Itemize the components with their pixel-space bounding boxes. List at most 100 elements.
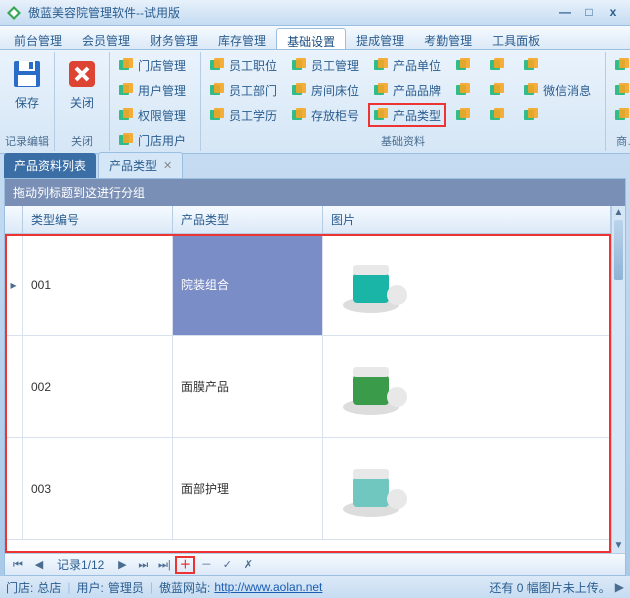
ribbon-btn-4-0-2[interactable] [610,104,630,126]
ribbon-btn-2-0-3[interactable]: 门店用户 [114,129,190,151]
record-label: 记录1/12 [51,556,110,573]
close-icon [66,58,98,90]
ribbon-icon [373,82,389,98]
cell-type[interactable]: 面膜产品 [173,336,323,437]
scroll-up-icon[interactable]: ▲ [612,206,625,220]
cell-id[interactable]: 003 [23,438,173,539]
menu-6[interactable]: 考勤管理 [414,28,482,49]
group-hint: 拖动列标题到这进行分组 [5,179,625,206]
ribbon-btn-2-0-2[interactable]: 权限管理 [114,104,190,126]
ribbon-btn-3-3-0[interactable] [451,54,479,76]
nav-btn-3[interactable]: ▶ [113,557,131,573]
ribbon-icon [209,107,225,123]
ribbon-btn-4-0-0[interactable] [610,54,630,76]
tab-close-icon[interactable]: ✕ [163,159,172,172]
ribbon-btn-3-2-2[interactable]: 产品类型 [369,104,445,126]
menu-3[interactable]: 库存管理 [208,28,276,49]
record-navigator: ⏮◀记录1/12▶⏭⏭|＋－✓✗ [5,553,625,575]
cell-id[interactable]: 001 [23,234,173,335]
menu-1[interactable]: 会员管理 [72,28,140,49]
upload-status: 还有 0 幅图片未上传。 [489,579,610,596]
ribbon-btn-3-5-2[interactable] [519,104,595,126]
col-header-type[interactable]: 产品类型 [173,206,323,233]
ribbon-btn-3-0-2[interactable]: 员工学历 [205,104,281,126]
cell-id[interactable]: 002 [23,336,173,437]
data-grid: 类型编号 产品类型 图片 ▸001院装组合002面膜产品003面部护理 ▲ ▼ [5,206,625,553]
tab-1[interactable]: 产品类型✕ [98,152,183,178]
table-row[interactable]: 002面膜产品 [5,336,611,438]
ribbon-icon [118,132,134,148]
menu-5[interactable]: 提成管理 [346,28,414,49]
ribbon-btn-3-3-2[interactable] [451,104,479,126]
ribbon-btn-3-4-2[interactable] [485,104,513,126]
next-icon[interactable]: ▶ [615,580,624,594]
scroll-thumb[interactable] [614,220,623,280]
col-header-id[interactable]: 类型编号 [23,206,173,233]
ribbon-btn-3-5-1[interactable]: 微信消息 [519,79,595,101]
cell-image[interactable] [323,438,611,539]
ribbon-icon [614,107,630,123]
ribbon-btn-3-1-2[interactable]: 存放柜号 [287,104,363,126]
ribbon-btn-3-4-1[interactable] [485,79,513,101]
nav-btn-7[interactable]: － [197,557,215,573]
ribbon-btn-3-1-0[interactable]: 员工管理 [287,54,363,76]
vertical-scrollbar[interactable]: ▲ ▼ [611,206,625,553]
nav-btn-6[interactable]: ＋ [176,557,194,573]
tab-0[interactable]: 产品资料列表 [4,153,96,178]
close-button[interactable]: 关闭 [59,54,105,115]
save-icon [11,58,43,90]
nav-btn-4[interactable]: ⏭ [134,557,152,573]
col-header-image[interactable]: 图片 [323,206,611,233]
ribbon-btn-4-0-1[interactable] [610,79,630,101]
ribbon-icon [118,57,134,73]
ribbon-icon [523,107,539,123]
table-row[interactable]: ▸001院装组合 [5,234,611,336]
menu-2[interactable]: 财务管理 [140,28,208,49]
menu-7[interactable]: 工具面板 [482,28,550,49]
close-window-button[interactable]: x [602,5,624,21]
nav-btn-8[interactable]: ✓ [218,557,236,573]
ribbon-btn-3-1-1[interactable]: 房间床位 [287,79,363,101]
scroll-down-icon[interactable]: ▼ [612,539,625,553]
ribbon-btn-3-0-0[interactable]: 员工职位 [205,54,281,76]
row-indicator: ▸ [5,234,23,335]
store-value: 总店 [37,579,61,596]
row-indicator [5,438,23,539]
app-icon [6,5,22,21]
ribbon-btn-3-4-0[interactable] [485,54,513,76]
nav-btn-9[interactable]: ✗ [239,557,257,573]
nav-btn-5[interactable]: ⏭| [155,557,173,573]
table-row[interactable]: 003面部护理 [5,438,611,540]
user-value: 管理员 [108,579,144,596]
ribbon-icon [373,107,389,123]
ribbon-icon [291,107,307,123]
ribbon-btn-3-2-1[interactable]: 产品品牌 [369,79,445,101]
ribbon-btn-3-0-1[interactable]: 员工部门 [205,79,281,101]
nav-btn-0[interactable]: ⏮ [9,557,27,573]
menu-4[interactable]: 基础设置 [276,28,346,49]
minimize-button[interactable]: — [554,5,576,21]
ribbon-btn-3-5-0[interactable] [519,54,595,76]
ribbon-btn-2-0-0[interactable]: 门店管理 [114,54,190,76]
store-label: 门店: [6,579,33,596]
site-link[interactable]: http://www.aolan.net [214,580,322,594]
row-indicator [5,336,23,437]
indicator-header [5,206,23,233]
ribbon-icon [209,57,225,73]
menu-0[interactable]: 前台管理 [4,28,72,49]
nav-btn-1[interactable]: ◀ [30,557,48,573]
ribbon-icon [614,57,630,73]
ribbon-btn-3-2-0[interactable]: 产品单位 [369,54,445,76]
ribbon-btn-3-3-1[interactable] [451,79,479,101]
window-title: 傲蓝美容院管理软件--试用版 [28,4,552,21]
cell-image[interactable] [323,336,611,437]
menubar: 前台管理会员管理财务管理库存管理基础设置提成管理考勤管理工具面板 [0,26,630,50]
ribbon-btn-2-0-1[interactable]: 用户管理 [114,79,190,101]
ribbon-icon [523,82,539,98]
ribbon-icon [455,82,471,98]
maximize-button[interactable]: □ [578,5,600,21]
cell-type[interactable]: 面部护理 [173,438,323,539]
cell-type[interactable]: 院装组合 [173,234,323,335]
save-button[interactable]: 保存 [4,54,50,115]
cell-image[interactable] [323,234,611,335]
